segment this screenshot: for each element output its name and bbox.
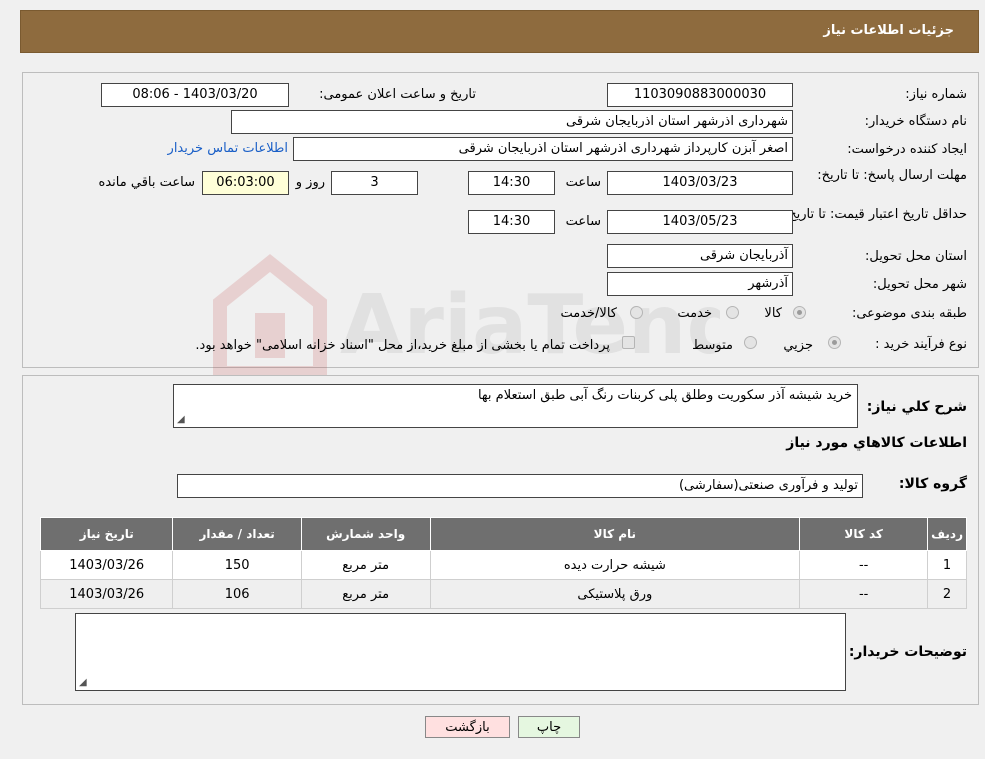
buyer-org-label: نام دستگاه خریدار:: [864, 114, 967, 129]
buyer-org-field: شهرداری اذرشهر استان اذربایجان شرقی: [231, 110, 793, 134]
buyer-contact-link[interactable]: اطلاعات تماس خریدار: [168, 141, 288, 156]
goods-group-label: گروه کالا:: [898, 476, 967, 492]
page-header: جزئیات اطلاعات نیاز: [20, 10, 979, 53]
announce-date-field: 1403/03/20 - 08:06: [101, 83, 289, 107]
goods-group-field: تولید و فرآوری صنعتی(سفارشی): [177, 474, 863, 498]
province-label: استان محل تحویل:: [865, 249, 967, 264]
cell-qty: 150: [172, 550, 302, 580]
print-button[interactable]: چاپ: [518, 716, 580, 738]
process-minor-label: جزیي: [783, 338, 813, 353]
goods-table: رديف کد کالا نام کالا واحد شمارش تعداد /…: [39, 517, 967, 609]
col-name-header: نام کالا: [429, 517, 801, 551]
days-field: 3: [331, 171, 418, 195]
creator-field: اصغر آبزن کارپرداز شهرداری اذرشهر استان …: [293, 137, 793, 161]
cell-code: --: [799, 579, 929, 609]
days-label: روز و: [295, 175, 325, 190]
remaining-time-field: 06:03:00: [202, 171, 289, 195]
deadline-time-field: 14:30: [468, 171, 555, 195]
process-medium-radio[interactable]: [744, 336, 757, 349]
cell-date: 1403/03/26: [39, 550, 174, 580]
goods-info-title: اطلاعات کالاهاي مورد نياز: [786, 435, 967, 451]
validity-date-field: 1403/05/23: [607, 210, 793, 234]
cell-row: 1: [927, 550, 967, 580]
resize-grip-icon[interactable]: ◢: [79, 677, 87, 688]
category-service-label: خدمت: [677, 306, 712, 321]
buyer-notes-label: توضیحات خریدار:: [848, 644, 967, 660]
col-qty-header: تعداد / مقدار: [172, 517, 302, 551]
back-button[interactable]: بازگشت: [425, 716, 510, 738]
remaining-label: ساعت باقي مانده: [98, 175, 195, 190]
deadline-date-field: 1403/03/23: [607, 171, 793, 195]
col-date-header: تاریخ نیاز: [39, 517, 174, 551]
summary-label: شرح کلي نياز:: [866, 399, 967, 415]
category-goods-service-radio[interactable]: [630, 306, 643, 319]
city-field: آذرشهر: [607, 272, 793, 296]
process-note: پرداخت تمام یا بخشی از مبلغ خرید،از محل …: [195, 338, 610, 353]
province-field: آذربایجان شرقی: [607, 244, 793, 268]
category-service-radio[interactable]: [726, 306, 739, 319]
announce-date-label: تاریخ و ساعت اعلان عمومی:: [319, 87, 476, 102]
cell-name: ورق پلاستیکی: [429, 579, 801, 609]
cell-date: 1403/03/26: [39, 579, 174, 609]
col-unit-header: واحد شمارش: [300, 517, 431, 551]
process-minor-radio[interactable]: [828, 336, 841, 349]
category-goods-radio[interactable]: [793, 306, 806, 319]
table-header-row: رديف کد کالا نام کالا واحد شمارش تعداد /…: [39, 517, 967, 551]
creator-label: ایجاد کننده درخواست:: [847, 142, 967, 157]
table-row: 1 -- شیشه حرارت دیده متر مربع 150 1403/0…: [39, 550, 967, 580]
treasury-payment-checkbox[interactable]: [622, 336, 635, 349]
col-row-header: رديف: [927, 517, 967, 551]
resize-grip-icon[interactable]: ◢: [177, 414, 185, 425]
cell-name: شیشه حرارت دیده: [429, 550, 801, 580]
table-row: 2 -- ورق پلاستیکی متر مربع 106 1403/03/2…: [39, 579, 967, 609]
deadline-label: مهلت ارسال پاسخ: تا تاریخ:: [817, 168, 967, 183]
cell-qty: 106: [172, 579, 302, 609]
summary-text: خرید شیشه آذر سکوریت وطلق پلی کربنات رنگ…: [477, 388, 852, 403]
validity-label: حداقل تاریخ اعتبار قیمت: تا تاریخ:: [783, 207, 967, 222]
buyer-notes-field: ◢: [75, 613, 846, 691]
cell-code: --: [799, 550, 929, 580]
deadline-time-label: ساعت: [565, 175, 601, 190]
cell-unit: متر مربع: [300, 579, 431, 609]
col-code-header: کد کالا: [799, 517, 929, 551]
validity-time-label: ساعت: [565, 214, 601, 229]
need-number-field: 1103090883000030: [607, 83, 793, 107]
category-goods-service-label: کالا/خدمت: [560, 306, 617, 321]
city-label: شهر محل تحویل:: [872, 277, 967, 292]
category-label: طبقه بندی موضوعی:: [851, 306, 967, 321]
page-title: جزئیات اطلاعات نیاز: [823, 23, 954, 38]
category-goods-label: کالا: [764, 306, 782, 321]
cell-unit: متر مربع: [300, 550, 431, 580]
validity-time-field: 14:30: [468, 210, 555, 234]
process-medium-label: متوسط: [692, 338, 733, 353]
summary-field: خرید شیشه آذر سکوریت وطلق پلی کربنات رنگ…: [173, 384, 858, 428]
need-number-label: شماره نیاز:: [905, 87, 967, 102]
process-type-label: نوع فرآیند خرید :: [875, 337, 967, 352]
cell-row: 2: [927, 579, 967, 609]
